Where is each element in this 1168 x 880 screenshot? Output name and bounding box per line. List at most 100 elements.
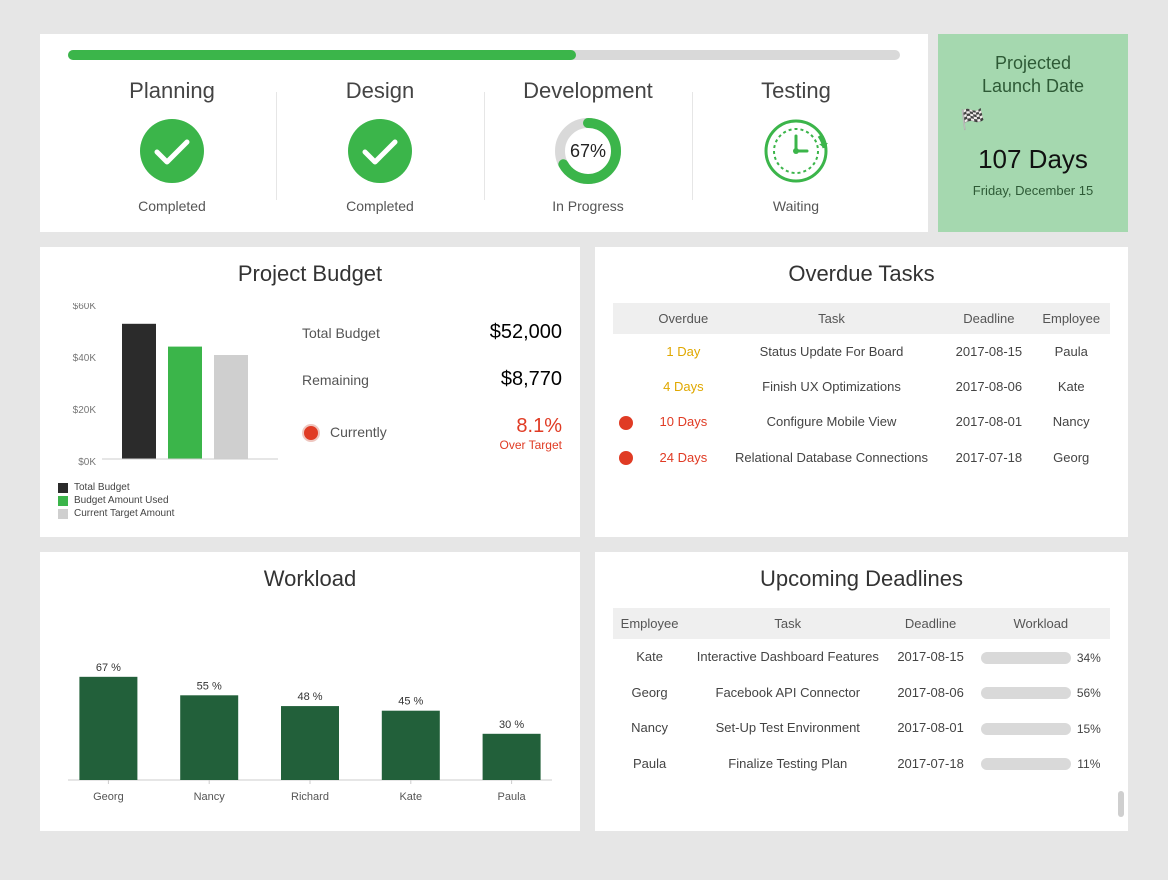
employee-cell: Paula: [613, 746, 686, 782]
table-row[interactable]: 10 DaysConfigure Mobile View2017-08-01Na…: [613, 404, 1110, 440]
task-cell: Interactive Dashboard Features: [686, 639, 889, 675]
check-icon: [345, 116, 415, 186]
legend-label: Budget Amount Used: [74, 495, 169, 506]
table-row[interactable]: 4 DaysFinish UX Optimizations2017-08-06K…: [613, 369, 1110, 404]
employee-cell: Nancy: [613, 710, 686, 746]
card-title: Workload: [58, 566, 562, 592]
project-budget-card: Project Budget $0K$20K$40K$60K Total Bud…: [40, 247, 580, 537]
svg-text:30 %: 30 %: [499, 719, 524, 731]
legend-item: Current Target Amount: [58, 508, 278, 519]
workload-cell: 56%: [972, 675, 1110, 711]
svg-text:48 %: 48 %: [297, 691, 322, 703]
col-header: Employee: [613, 608, 686, 639]
svg-text:45 %: 45 %: [398, 696, 423, 708]
workload-pill-icon: [981, 652, 1071, 664]
deadline-cell: 2017-07-18: [889, 746, 971, 782]
projected-launch-card: ProjectedLaunch Date 🏁 107 Days Friday, …: [938, 34, 1128, 232]
budget-bar-chart: $0K $20K $40K $60K Total Budget Budget Amoun…: [58, 303, 278, 519]
employee-cell: Kate: [613, 639, 686, 675]
svg-text:67 %: 67 %: [96, 662, 121, 674]
workload-pill-icon: [981, 723, 1071, 735]
remaining-label: Remaining: [302, 372, 369, 388]
flag-icon: 🏁: [946, 107, 1120, 132]
legend-item: Budget Amount Used: [58, 495, 278, 506]
overdue-cell: 10 Days: [649, 404, 718, 440]
upcoming-deadlines-card: Upcoming Deadlines EmployeeTaskDeadlineW…: [595, 552, 1128, 831]
table-row[interactable]: KateInteractive Dashboard Features2017-0…: [613, 639, 1110, 675]
employee-cell: Nancy: [1032, 404, 1110, 440]
deadline-cell: 2017-08-15: [945, 334, 1032, 369]
col-header: Workload: [972, 608, 1110, 639]
phase-tracker: Planning Completed Design Completed Developm…: [40, 34, 928, 232]
currently-label: Currently: [330, 425, 387, 441]
task-cell: Finish UX Optimizations: [718, 369, 946, 404]
workload-card: Workload 67 %Georg55 %Nancy48 %Richard45…: [40, 552, 580, 831]
scrollbar[interactable]: [1118, 791, 1124, 817]
workload-cell: 11%: [972, 746, 1110, 782]
svg-text:67%: 67%: [570, 141, 606, 161]
svg-text:$60K: $60K: [73, 303, 97, 312]
phase-status: In Progress: [492, 198, 684, 214]
phase-development: Development 67% In Progress: [484, 78, 692, 214]
total-budget-value: $52,000: [490, 321, 562, 344]
table-row[interactable]: 24 DaysRelational Database Connections20…: [613, 440, 1110, 476]
check-icon: [137, 116, 207, 186]
progress-bar: [68, 50, 900, 60]
col-header: Deadline: [945, 303, 1032, 334]
task-cell: Facebook API Connector: [686, 675, 889, 711]
phase-planning: Planning Completed: [68, 78, 276, 214]
phase-title: Design: [284, 78, 476, 104]
task-cell: Finalize Testing Plan: [686, 746, 889, 782]
remaining-value: $8,770: [501, 368, 562, 391]
svg-text:Richard: Richard: [291, 791, 329, 803]
phase-status: Completed: [284, 198, 476, 214]
clock-icon: [761, 116, 831, 186]
col-header: Task: [718, 303, 946, 334]
phase-testing: TestingWaiting: [692, 78, 900, 214]
workload-pill-icon: [981, 758, 1071, 770]
workload-pill-icon: [981, 687, 1071, 699]
launch-date: Friday, December 15: [946, 183, 1120, 198]
launch-title: ProjectedLaunch Date: [946, 52, 1120, 97]
phase-title: Development: [492, 78, 684, 104]
employee-cell: Georg: [613, 675, 686, 711]
phase-title: Planning: [76, 78, 268, 104]
svg-text:$0K: $0K: [78, 457, 96, 468]
table-row[interactable]: PaulaFinalize Testing Plan2017-07-1811%: [613, 746, 1110, 782]
col-header: Overdue: [649, 303, 718, 334]
table-row[interactable]: NancySet-Up Test Environment2017-08-0115…: [613, 710, 1110, 746]
svg-text:$40K: $40K: [73, 353, 97, 364]
legend-swatch-icon: [58, 496, 68, 506]
launch-days: 107 Days: [946, 144, 1120, 175]
task-cell: Configure Mobile View: [718, 404, 946, 440]
deadline-cell: 2017-08-15: [889, 639, 971, 675]
table-row[interactable]: GeorgFacebook API Connector2017-08-0656%: [613, 675, 1110, 711]
legend-swatch-icon: [58, 483, 68, 493]
legend-label: Current Target Amount: [74, 508, 174, 519]
svg-text:$20K: $20K: [73, 405, 97, 416]
table-row[interactable]: 1 DayStatus Update For Board2017-08-15Pa…: [613, 334, 1110, 369]
upcoming-table: EmployeeTaskDeadlineWorkload KateInterac…: [613, 608, 1110, 781]
workload-cell: 34%: [972, 639, 1110, 675]
employee-cell: Georg: [1032, 440, 1110, 476]
legend-swatch-icon: [58, 509, 68, 519]
col-header: Employee: [1032, 303, 1110, 334]
severity-dot-icon: [619, 451, 633, 465]
workload-bar-chart: 67 %Georg55 %Nancy48 %Richard45 %Kate30 …: [58, 608, 562, 808]
employee-cell: Kate: [1032, 369, 1110, 404]
severity-dot-icon: [619, 416, 633, 430]
deadline-cell: 2017-07-18: [945, 440, 1032, 476]
phase-status: Waiting: [700, 198, 892, 214]
phase-design: Design Completed: [276, 78, 484, 214]
legend-item: Total Budget: [58, 482, 278, 493]
svg-text:Kate: Kate: [399, 791, 422, 803]
phase-status: Completed: [76, 198, 268, 214]
card-title: Overdue Tasks: [613, 261, 1110, 287]
employee-cell: Paula: [1032, 334, 1110, 369]
over-target-value: 8.1% Over Target: [500, 415, 562, 452]
overdue-cell: 4 Days: [649, 369, 718, 404]
donut-icon: 67%: [553, 116, 623, 186]
over-target-dot-icon: [302, 424, 320, 442]
deadline-cell: 2017-08-06: [945, 369, 1032, 404]
overdue-cell: 1 Day: [649, 334, 718, 369]
